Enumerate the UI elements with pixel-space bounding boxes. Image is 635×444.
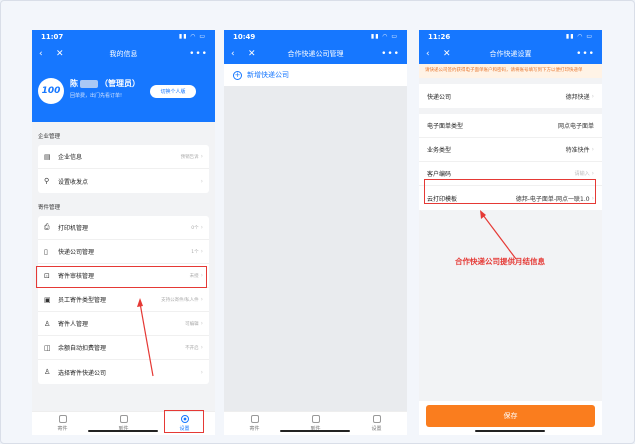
arrow-to-courier bbox=[139, 302, 154, 377]
screenshot-frame: 11:07 ▮▮ ◠ ▭ ‹ ✕ 我的信息 ••• 100 陈（管理员） 回单费… bbox=[0, 0, 635, 444]
arrowhead-courier bbox=[137, 298, 143, 307]
arrow-to-code bbox=[482, 214, 517, 260]
annotation-arrows bbox=[137, 210, 517, 377]
